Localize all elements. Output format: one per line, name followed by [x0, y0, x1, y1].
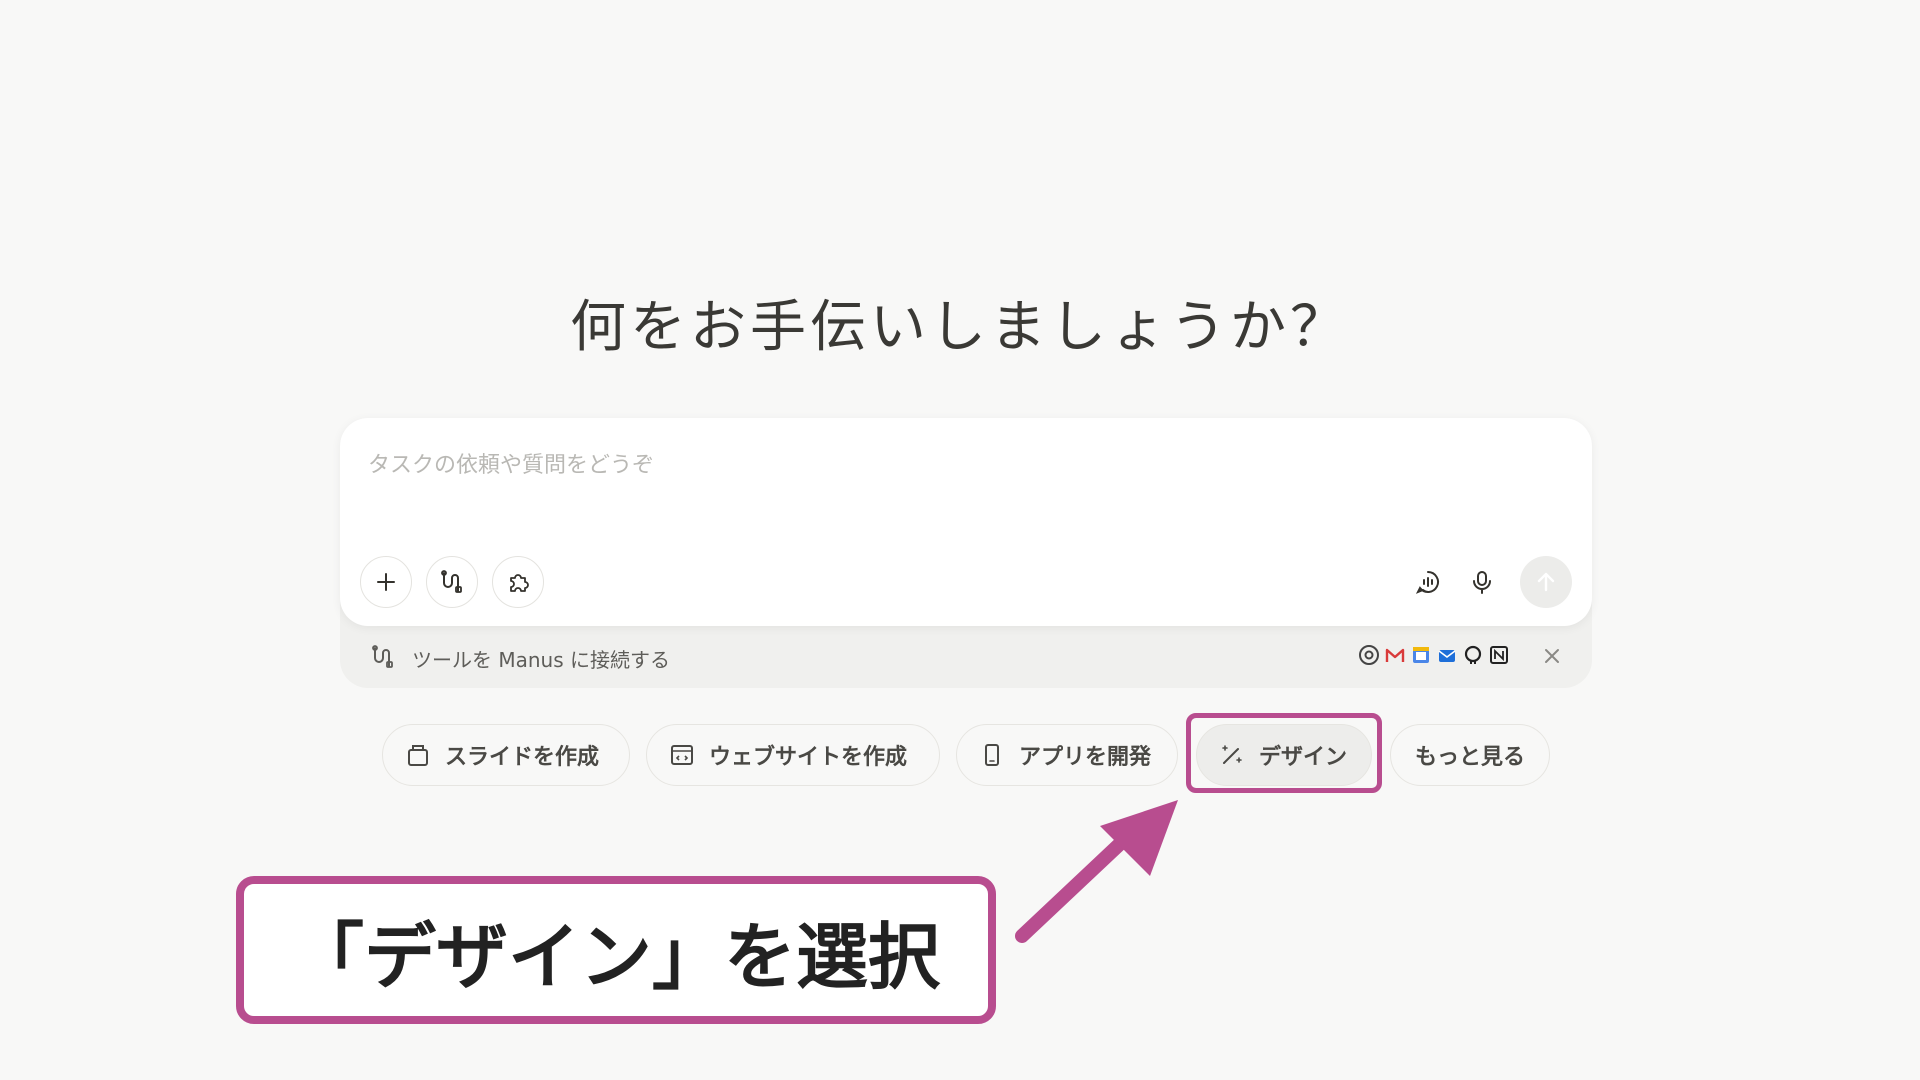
microphone-button[interactable] [1460, 560, 1504, 604]
voice-chat-button[interactable] [1406, 560, 1450, 604]
close-icon [1545, 649, 1559, 663]
send-button[interactable] [1520, 556, 1572, 608]
design-highlight-box [1186, 713, 1382, 793]
notion-icon [1488, 644, 1510, 666]
presentation-icon [408, 745, 428, 766]
mobile-phone-icon [985, 744, 999, 766]
plus-icon [377, 573, 395, 591]
connect-tools-button[interactable] [426, 556, 478, 608]
task-input[interactable] [366, 444, 1550, 486]
page-title: 何をお手伝いしましょうか？ [570, 295, 1350, 360]
github-icon [1462, 644, 1484, 666]
browser-window-icon [671, 745, 693, 765]
connector-logos [1358, 644, 1510, 666]
gmail-icon [1384, 644, 1406, 666]
close-button[interactable] [1538, 642, 1566, 670]
chip-label: アプリを開発 [1019, 745, 1152, 770]
create-slides-chip[interactable]: スライドを作成 [382, 724, 630, 786]
connector-icon [372, 645, 393, 668]
composer-container: ツールを Manus に接続する [340, 418, 1592, 688]
callout-text: 「デザイン」を選択 [291, 914, 940, 999]
instruction-callout: 「デザイン」を選択 [236, 876, 996, 1024]
see-more-chip[interactable]: もっと見る [1390, 724, 1550, 786]
composer [340, 418, 1592, 626]
microphone-icon [1473, 571, 1491, 594]
develop-app-chip[interactable]: アプリを開発 [956, 724, 1178, 786]
arrow-up-icon [1537, 572, 1555, 592]
chip-label: もっと見る [1414, 745, 1525, 770]
chip-label: ウェブサイトを作成 [709, 745, 908, 770]
add-button[interactable] [360, 556, 412, 608]
connect-tools-label: ツールを Manus に接続する [412, 648, 670, 672]
connector-icon [441, 570, 462, 593]
chrome-icon [1358, 644, 1380, 666]
plugins-button[interactable] [492, 556, 544, 608]
outlook-icon [1436, 644, 1458, 666]
calendar-icon [1410, 644, 1432, 666]
connect-tools-bar[interactable]: ツールを Manus に接続する [340, 626, 1592, 688]
chat-voice-icon [1415, 571, 1439, 594]
chip-label: スライドを作成 [445, 745, 600, 770]
create-website-chip[interactable]: ウェブサイトを作成 [646, 724, 940, 786]
puzzle-icon [510, 574, 529, 592]
